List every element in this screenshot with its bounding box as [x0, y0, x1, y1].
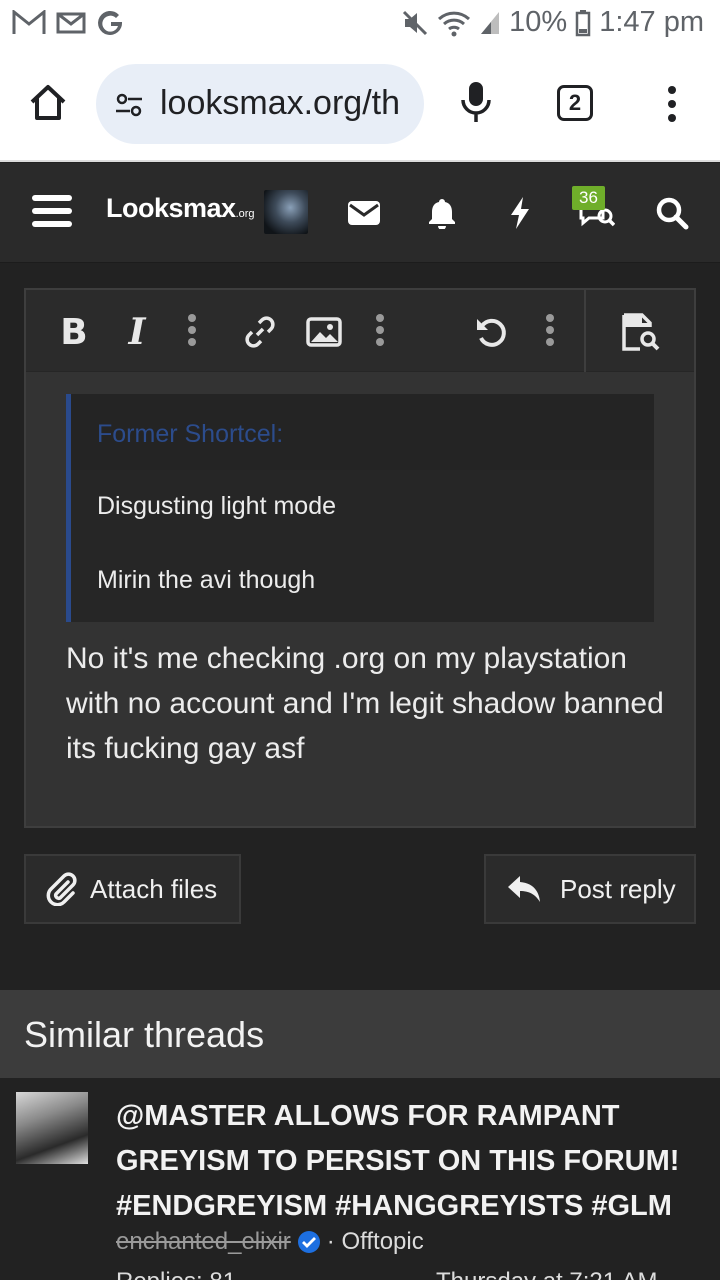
- paperclip-icon: [46, 872, 77, 906]
- wifi-icon: [438, 11, 471, 36]
- signal-icon: [481, 11, 500, 34]
- image-icon[interactable]: [304, 312, 344, 352]
- post-reply-button[interactable]: Post reply: [484, 854, 696, 924]
- home-icon[interactable]: [26, 80, 70, 124]
- quote-author[interactable]: Former Shortcel:: [71, 394, 654, 470]
- address-bar[interactable]: looksmax.org/th: [96, 64, 424, 144]
- more-insert-options-icon[interactable]: [374, 312, 386, 352]
- google-icon: [98, 10, 123, 35]
- attach-files-button[interactable]: Attach files: [24, 854, 241, 924]
- bell-icon[interactable]: [422, 193, 462, 233]
- thread-date: Thursday at 7:21 AM: [436, 1268, 657, 1280]
- battery-icon: [575, 9, 591, 36]
- system-status: 10% 1:47 pm: [401, 6, 704, 39]
- logo-text: Looksmax: [106, 193, 236, 223]
- toolbar-divider: [584, 290, 586, 372]
- quote-block: Former Shortcel: Disgusting light mode M…: [66, 394, 654, 622]
- post-reply-label: Post reply: [560, 873, 676, 904]
- site-settings-icon[interactable]: [114, 90, 144, 120]
- tab-switcher-button[interactable]: 2: [557, 85, 593, 121]
- notification-icons: [12, 8, 126, 38]
- microphone-icon[interactable]: [460, 80, 492, 124]
- verified-icon: [297, 1231, 320, 1253]
- quote-line: Disgusting light mode: [97, 492, 337, 520]
- battery-percent: 10%: [509, 6, 568, 38]
- bold-button[interactable]: B: [56, 312, 92, 353]
- browser-menu-icon[interactable]: [662, 86, 682, 122]
- attach-files-label: Attach files: [90, 873, 218, 904]
- notification-badge: 36: [572, 186, 605, 210]
- quote-line: Mirin the avi though: [97, 566, 316, 594]
- preview-icon[interactable]: [618, 312, 664, 352]
- reply-editor: B I Former Shortcel: Disgusting light mo…: [24, 288, 696, 828]
- thread-author-avatar[interactable]: [16, 1092, 88, 1164]
- logo-suffix: .org: [235, 208, 255, 220]
- similar-threads-header: Similar threads: [0, 990, 720, 1078]
- editor-toolbar: B I: [26, 290, 694, 372]
- hamburger-menu-icon[interactable]: [32, 195, 72, 231]
- search-icon[interactable]: [652, 193, 692, 233]
- user-avatar[interactable]: [264, 190, 308, 234]
- gmail-icon: [12, 10, 46, 34]
- thread-stats: Replies: 81 Thursday at 7:21 AM: [116, 1268, 676, 1280]
- mail-icon: [56, 12, 86, 34]
- more-text-options-icon[interactable]: [186, 312, 198, 352]
- thread-meta: enchanted_elixir · Offtopic: [116, 1228, 424, 1256]
- editor-content[interactable]: Former Shortcel: Disgusting light mode M…: [26, 372, 694, 826]
- browser-toolbar: looksmax.org/th 2: [0, 50, 720, 162]
- thread-forum[interactable]: · Offtopic: [327, 1228, 424, 1256]
- similar-threads-title: Similar threads: [24, 1014, 265, 1055]
- reply-icon: [508, 876, 540, 902]
- list-item[interactable]: @MASTER ALLOWS FOR RAMPANT GREYISM TO PE…: [0, 1080, 720, 1280]
- inbox-icon[interactable]: [344, 193, 384, 233]
- italic-button[interactable]: I: [122, 311, 152, 353]
- link-icon[interactable]: [240, 312, 280, 352]
- undo-icon[interactable]: [472, 312, 512, 352]
- bolt-icon[interactable]: [500, 193, 540, 233]
- thread-replies: Replies: 81: [116, 1268, 236, 1280]
- thread-author[interactable]: enchanted_elixir: [116, 1228, 291, 1256]
- more-options-icon[interactable]: [544, 312, 556, 352]
- site-header: Looksmax.org: [0, 163, 720, 263]
- reply-text[interactable]: No it's me checking .org on my playstati…: [66, 636, 666, 771]
- mute-icon: [403, 10, 428, 35]
- site-logo[interactable]: Looksmax.org: [106, 193, 255, 224]
- clock: 1:47 pm: [599, 6, 704, 38]
- thread-title[interactable]: @MASTER ALLOWS FOR RAMPANT GREYISM TO PE…: [116, 1094, 706, 1229]
- status-bar: 10% 1:47 pm: [0, 0, 720, 50]
- url-text: looksmax.org/th: [160, 84, 400, 122]
